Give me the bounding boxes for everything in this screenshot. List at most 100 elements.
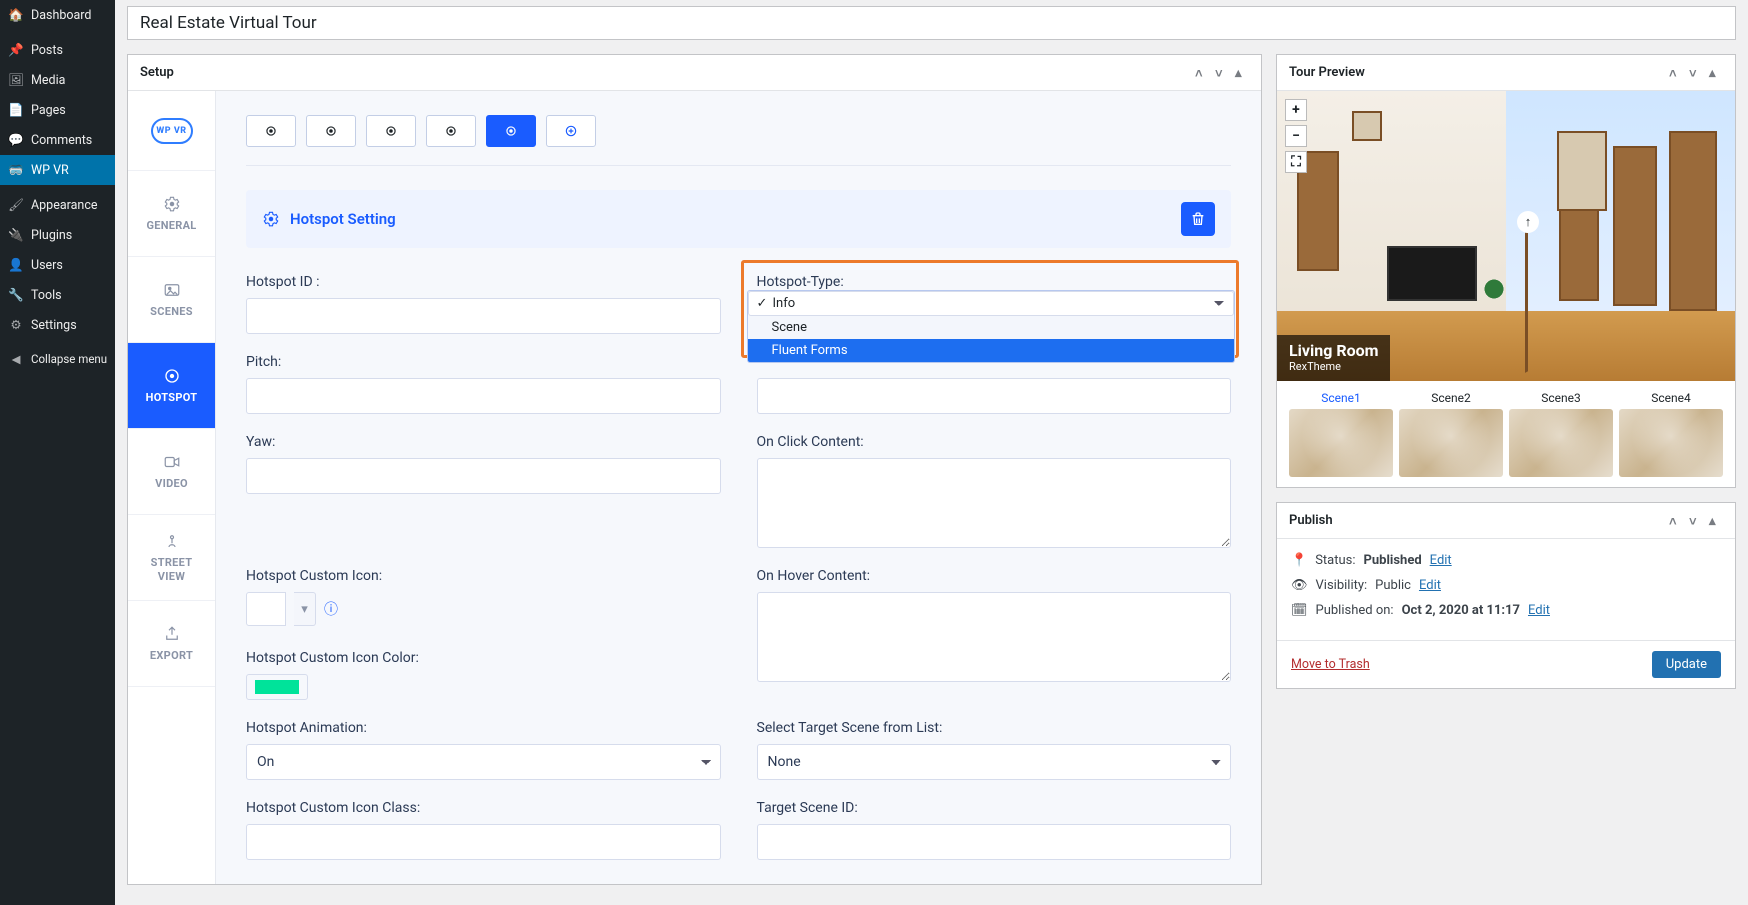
hotspot-tab-5[interactable] [486,115,536,147]
move-to-trash-link[interactable]: Move to Trash [1291,657,1370,672]
icon-picker-toggle[interactable]: ▾ [294,592,316,626]
setup-postbox: Setup ˄ ˅ ▴ WP VR GENERAL [127,54,1262,885]
select-target-scene[interactable]: None [757,744,1232,780]
thumb-scene4[interactable]: Scene4 [1619,391,1723,477]
move-up-icon[interactable]: ˄ [1669,66,1683,80]
option-scene[interactable]: Scene [748,316,1235,339]
menu-settings[interactable]: ⚙Settings [0,310,115,340]
input-hotspot-id[interactable] [246,298,721,334]
target-icon [163,367,181,385]
scene-thumbnails: Scene1 Scene2 Scene3 Scene4 [1277,381,1735,487]
menu-label: Collapse menu [31,352,107,366]
select-animation[interactable]: On [246,744,721,780]
gear-icon [163,195,181,213]
input-on-click[interactable] [757,458,1232,548]
setup-tabnav: WP VR GENERAL SCENES HOTSPOT [128,91,216,884]
menu-collapse[interactable]: ◀Collapse menu [0,344,115,374]
menu-label: Pages [31,103,66,118]
label-hotspot-id: Hotspot ID : [246,274,721,290]
image-icon [163,281,181,299]
tab-general[interactable]: GENERAL [128,171,215,257]
input-icon-class[interactable] [246,824,721,860]
menu-plugins[interactable]: 🔌Plugins [0,220,115,250]
menu-label: Dashboard [31,8,91,23]
thumb-scene2[interactable]: Scene2 [1399,391,1503,477]
delete-hotspot-button[interactable] [1181,202,1215,236]
menu-comments[interactable]: 💬Comments [0,125,115,155]
label-animation: Hotspot Animation: [246,720,721,736]
edit-visibility-link[interactable]: Edit [1419,578,1441,593]
menu-media[interactable]: 🖼Media [0,65,115,95]
tour-preview-postbox: Tour Preview ˄ ˅ ▴ + [1276,54,1736,488]
menu-appearance[interactable]: 🖌Appearance [0,190,115,220]
move-down-icon[interactable]: ˅ [1689,66,1703,80]
menu-users[interactable]: 👤Users [0,250,115,280]
hotspot-canvas: Hotspot Setting Hotspot ID : [216,91,1261,884]
move-up-icon[interactable]: ˄ [1195,66,1209,80]
menu-wpvr[interactable]: 🥽WP VR [0,155,115,185]
toggle-icon[interactable]: ▴ [1235,66,1249,80]
menu-posts[interactable]: 📌Posts [0,35,115,65]
menu-label: Posts [31,43,63,58]
label-target-list: Select Target Scene from List: [757,720,1232,736]
menu-dashboard[interactable]: 🏠Dashboard [0,0,115,30]
menu-pages[interactable]: 📄Pages [0,95,115,125]
postbox-title: Tour Preview [1289,65,1365,80]
edit-status-link[interactable]: Edit [1430,553,1452,568]
input-url[interactable] [757,378,1232,414]
publish-status-row: 📍 Status: Published Edit [1291,553,1721,568]
publish-postbox: Publish ˄˅▴ 📍 Status: Published Edit 👁 V… [1276,502,1736,689]
wpvr-logo: WP VR [128,91,215,171]
toggle-icon[interactable]: ▴ [1709,514,1723,528]
menu-label: Settings [31,318,77,333]
thumb-scene3[interactable]: Scene3 [1509,391,1613,477]
tab-video[interactable]: VIDEO [128,429,215,515]
video-icon [163,453,181,471]
menu-tools[interactable]: 🔧Tools [0,280,115,310]
menu-label: Appearance [31,198,98,213]
main-area: Real Estate Virtual Tour Setup ˄ ˅ ▴ WP … [115,0,1748,905]
toggle-icon[interactable]: ▴ [1709,66,1723,80]
hotspot-type-dropdown[interactable]: Info Scene Fluent Forms [747,290,1236,363]
move-down-icon[interactable]: ˅ [1689,514,1703,528]
icon-preview [246,592,286,626]
eye-icon: 👁 [1291,578,1308,593]
menu-label: Users [31,258,63,273]
zoom-out-button[interactable]: − [1285,125,1307,147]
scene-hotspot-arrow[interactable]: ↑ [1517,211,1539,233]
page-title: Real Estate Virtual Tour [127,6,1736,40]
hotspot-tab-add[interactable] [546,115,596,147]
input-icon-color[interactable] [246,674,308,700]
tab-scenes[interactable]: SCENES [128,257,215,343]
input-pitch[interactable] [246,378,721,414]
panorama-preview[interactable]: + − ⛶ ↑ Living Room RexTheme [1277,91,1735,381]
hotspot-tab-3[interactable] [366,115,416,147]
label-icon-color: Hotspot Custom Icon Color: [246,650,721,666]
section-title: Hotspot Setting [290,210,396,228]
postbox-title: Setup [140,65,174,80]
info-icon[interactable]: ⓘ [324,599,338,619]
tab-street-view[interactable]: STREET VIEW [128,515,215,601]
publish-date-row: 🗓 Published on: Oct 2, 2020 at 11:17 Edi… [1291,603,1721,618]
zoom-in-button[interactable]: + [1285,99,1307,121]
hotspot-tab-4[interactable] [426,115,476,147]
update-button[interactable]: Update [1652,651,1721,678]
tab-export[interactable]: EXPORT [128,601,215,687]
input-target-id[interactable] [757,824,1232,860]
gear-icon [262,210,280,228]
hotspot-tab-1[interactable] [246,115,296,147]
publish-visibility-row: 👁 Visibility: Public Edit [1291,578,1721,593]
fullscreen-button[interactable]: ⛶ [1285,151,1307,173]
hotspot-tab-2[interactable] [306,115,356,147]
label-custom-icon: Hotspot Custom Icon: [246,568,721,584]
thumb-scene1[interactable]: Scene1 [1289,391,1393,477]
input-yaw[interactable] [246,458,721,494]
move-up-icon[interactable]: ˄ [1669,514,1683,528]
label-yaw: Yaw: [246,434,721,450]
option-fluent-forms[interactable]: Fluent Forms [748,339,1235,362]
edit-date-link[interactable]: Edit [1528,603,1550,618]
input-on-hover[interactable] [757,592,1232,682]
tab-hotspot[interactable]: HOTSPOT [128,343,215,429]
option-info[interactable]: Info [748,291,1235,316]
move-down-icon[interactable]: ˅ [1215,66,1229,80]
